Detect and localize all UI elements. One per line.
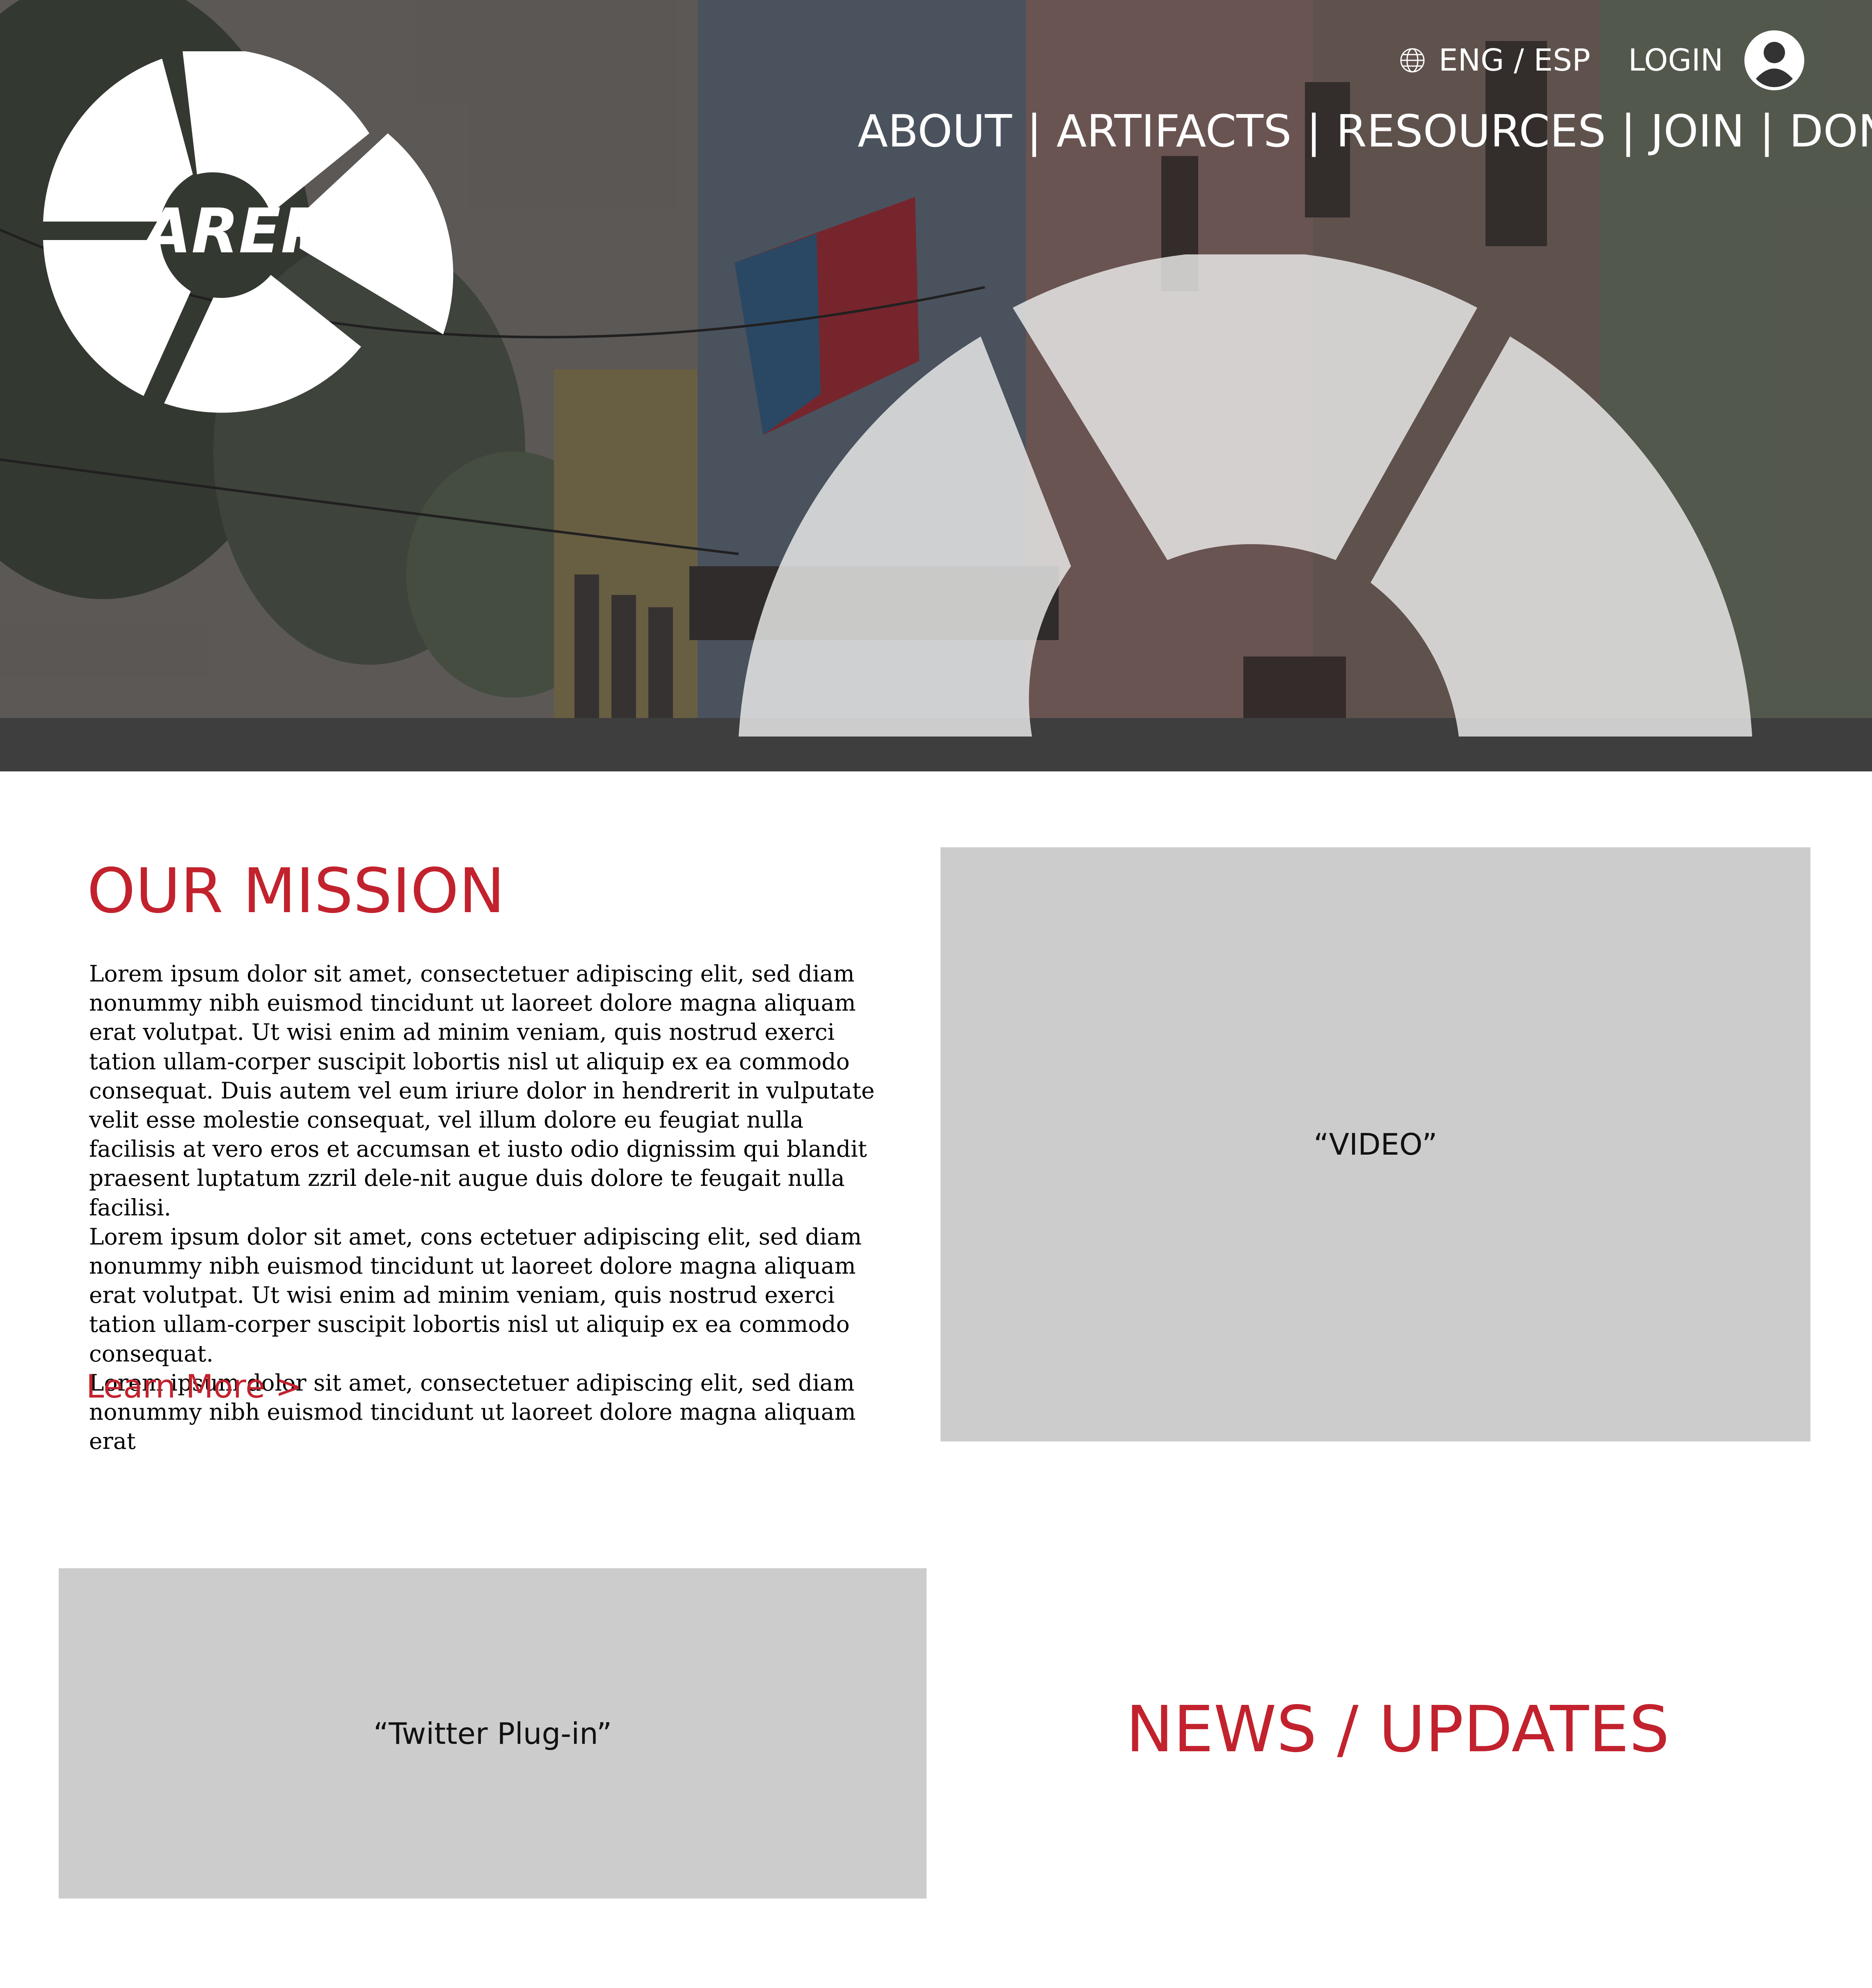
globe-icon (1400, 48, 1425, 73)
nav-artifacts[interactable]: ARTIFACTS (1057, 106, 1292, 157)
twitter-plugin-placeholder[interactable]: “Twitter Plug-in” (59, 1568, 927, 1899)
nav-join[interactable]: JOIN (1650, 106, 1745, 157)
arepr-logo[interactable]: AREPR (41, 51, 476, 421)
nav-about[interactable]: ABOUT (858, 106, 1012, 157)
mission-paragraph: Lorem ipsum dolor sit amet, cons ectetue… (89, 1223, 862, 1367)
video-placeholder-label: “VIDEO” (1314, 1127, 1437, 1162)
language-toggle[interactable]: ENG / ESP (1399, 38, 1591, 83)
user-account-icon[interactable] (1744, 30, 1805, 91)
hero-fan-graphic (739, 254, 1752, 737)
nav-separator: | (1620, 106, 1636, 157)
learn-more-link[interactable]: Learn More > (86, 1368, 302, 1405)
news-updates-heading: NEWS / UPDATES (1126, 1692, 1670, 1766)
hero-banner: AREPR ENG / ESP LOGIN ABOUT | ARTIFACTS … (0, 0, 1872, 771)
nav-resources[interactable]: RESOURCES (1336, 106, 1606, 157)
nav-separator: | (1306, 106, 1321, 157)
login-button[interactable]: LOGIN (1628, 30, 1805, 90)
mission-paragraph: Lorem ipsum dolor sit amet, consectetuer… (89, 961, 875, 1221)
nav-donate[interactable]: DONATE (1789, 106, 1872, 157)
mission-heading: OUR MISSION (87, 856, 505, 927)
twitter-placeholder-label: “Twitter Plug-in” (373, 1716, 612, 1751)
nav-separator: | (1759, 106, 1774, 157)
nav-separator: | (1027, 106, 1042, 157)
video-placeholder[interactable]: “VIDEO” (941, 847, 1810, 1441)
login-label[interactable]: LOGIN (1628, 43, 1723, 78)
logo-text: AREPR (140, 196, 373, 267)
main-navigation: ABOUT | ARTIFACTS | RESOURCES | JOIN | D… (858, 106, 1872, 157)
language-toggle-label[interactable]: ENG / ESP (1439, 43, 1591, 78)
